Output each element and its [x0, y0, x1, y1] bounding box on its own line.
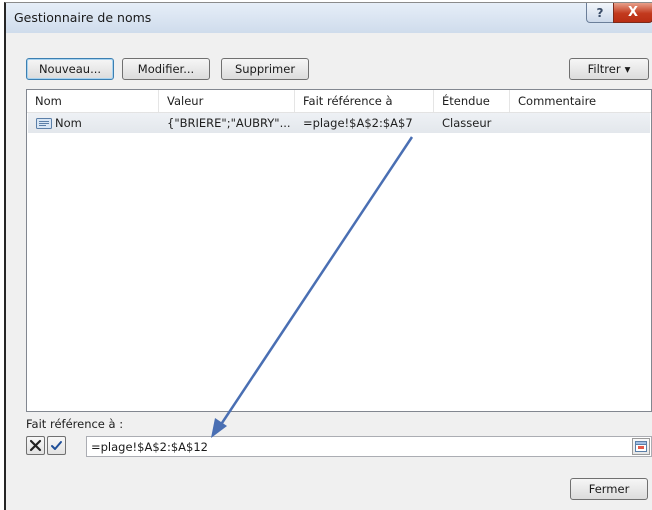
window-title: Gestionnaire de noms [14, 10, 152, 25]
row-name-cell: Nom [28, 113, 159, 133]
new-button[interactable]: Nouveau... [26, 58, 114, 80]
named-range-icon [36, 118, 52, 129]
collapse-dialog-button[interactable] [632, 438, 650, 455]
reference-label: Fait référence à : [26, 417, 124, 431]
column-header-etendue[interactable]: Étendue [434, 90, 510, 112]
name-manager-dialog: Gestionnaire de noms ? X Nouveau... Modi… [4, 2, 652, 510]
reference-field[interactable] [86, 436, 652, 457]
cancel-edit-button[interactable] [26, 436, 45, 455]
column-header-nom[interactable]: Nom [27, 90, 159, 112]
row-comment [510, 113, 650, 133]
title-bar: Gestionnaire de noms ? X [6, 3, 652, 33]
column-header-reference[interactable]: Fait référence à [295, 90, 434, 112]
list-header: Nom Valeur Fait référence à Étendue Comm… [27, 90, 651, 113]
names-list[interactable]: Nom Valeur Fait référence à Étendue Comm… [26, 89, 652, 412]
filter-button[interactable]: Filtrer ▾ [569, 58, 649, 80]
edit-button-label: Modifier... [137, 62, 195, 76]
delete-button[interactable]: Supprimer [221, 58, 309, 80]
new-button-label: Nouveau... [38, 62, 102, 76]
delete-button-label: Supprimer [234, 62, 296, 76]
checkmark-icon [51, 441, 62, 450]
filter-button-label: Filtrer [587, 62, 621, 76]
range-selector-icon [635, 441, 647, 452]
close-button-label: Fermer [588, 482, 630, 496]
row-scope: Classeur [442, 116, 492, 130]
chevron-down-icon: ▾ [624, 62, 631, 76]
confirm-edit-button[interactable] [47, 436, 66, 455]
column-header-valeur[interactable]: Valeur [159, 90, 295, 112]
column-header-commentaire[interactable]: Commentaire [510, 90, 651, 112]
close-window-button[interactable]: X [613, 3, 652, 23]
table-row[interactable]: Nom {"BRIERE";"AUBRY"... =plage!$A$2:$A$… [28, 113, 650, 133]
close-icon: X [627, 5, 639, 20]
reference-input[interactable] [91, 438, 621, 455]
row-value: {"BRIERE";"AUBRY"... [167, 116, 291, 130]
edit-button[interactable]: Modifier... [122, 58, 210, 80]
help-icon: ? [596, 5, 604, 20]
cancel-x-icon [29, 439, 42, 452]
row-reference: =plage!$A$2:$A$7 [303, 116, 413, 130]
help-button[interactable]: ? [586, 3, 614, 23]
row-name: Nom [55, 116, 82, 130]
close-button[interactable]: Fermer [570, 478, 648, 500]
